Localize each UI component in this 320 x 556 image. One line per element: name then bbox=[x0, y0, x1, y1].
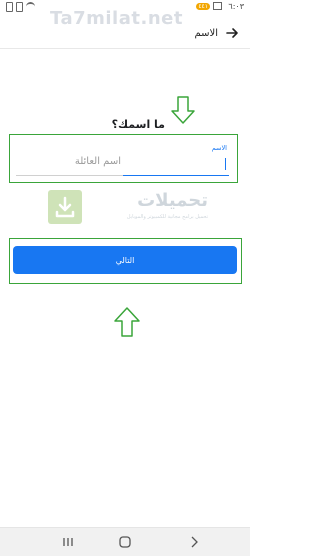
download-logo-icon bbox=[48, 190, 82, 224]
system-nav-bar bbox=[0, 527, 250, 556]
text-caret bbox=[225, 158, 226, 170]
first-name-field[interactable]: الاسم bbox=[122, 143, 229, 176]
watermark-logo-subtext: تحميل برامج مجانية للكمبيوتر والموبايل bbox=[126, 214, 208, 220]
recents-icon bbox=[63, 538, 73, 546]
gallery-icon bbox=[213, 2, 222, 10]
home-icon bbox=[119, 536, 131, 548]
home-button[interactable] bbox=[117, 534, 133, 548]
status-right-icons: ٤٤١ bbox=[196, 2, 222, 10]
first-name-label: الاسم bbox=[211, 144, 227, 152]
name-form-highlight: الاسم bbox=[9, 134, 238, 183]
status-left-icons bbox=[6, 2, 35, 12]
recents-button[interactable] bbox=[60, 534, 76, 548]
sim-icon bbox=[6, 2, 13, 12]
notification-badge: ٤٤١ bbox=[196, 2, 210, 10]
watermark-logo: تحميلات تحميل برامج مجانية للكمبيوتر وال… bbox=[48, 190, 208, 230]
sim-icon bbox=[16, 2, 23, 12]
back-button[interactable] bbox=[224, 26, 240, 42]
next-button[interactable]: التالي bbox=[13, 246, 237, 274]
next-button-highlight: التالي bbox=[9, 238, 242, 284]
name-question: ما اسمك؟ bbox=[111, 118, 165, 131]
page-title: الاسم bbox=[194, 28, 218, 39]
last-name-input[interactable] bbox=[16, 147, 123, 175]
arrow-right-icon bbox=[226, 28, 238, 38]
back-chevron-icon bbox=[191, 536, 198, 548]
watermark-logo-text: تحميلات bbox=[137, 190, 208, 211]
status-clock: ٦:٠٣ bbox=[228, 2, 244, 11]
wifi-icon bbox=[26, 2, 35, 11]
app-bar-divider bbox=[0, 48, 250, 49]
last-name-field[interactable] bbox=[16, 147, 123, 176]
annotation-arrow-up-icon bbox=[114, 307, 140, 337]
nav-back-button[interactable] bbox=[186, 534, 202, 548]
annotation-arrow-down-icon bbox=[171, 96, 195, 124]
app-bar: الاسم bbox=[0, 22, 250, 48]
